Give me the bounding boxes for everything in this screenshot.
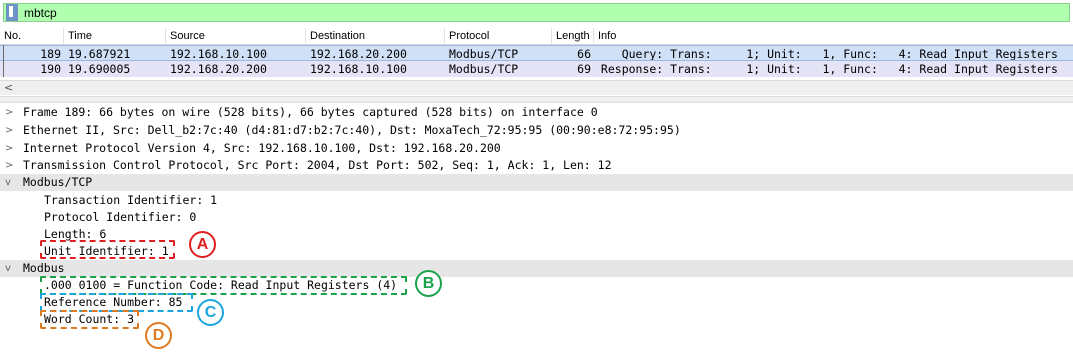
packet-length: 69	[577, 62, 591, 76]
packet-destination: 192.168.10.100	[310, 62, 407, 76]
packet-protocol: Modbus/TCP	[449, 62, 519, 76]
scroll-left-icon[interactable]: <	[4, 81, 13, 95]
column-header-destination[interactable]: Destination	[306, 28, 445, 45]
packet-list-header: No. Time Source Destination Protocol Len…	[0, 28, 1073, 45]
chevron-down-icon[interactable]: v	[5, 260, 11, 277]
annotation-box-a	[40, 240, 175, 259]
column-header-length[interactable]: Length	[552, 28, 594, 45]
display-filter-bar: mbtcp	[0, 0, 1073, 27]
annotation-label-c: C	[197, 299, 224, 326]
tree-item-label: Frame 189: 66 bytes on wire (528 bits), …	[23, 105, 598, 119]
tree-item-modbus-tcp[interactable]: v Modbus/TCP	[0, 174, 1073, 191]
packet-destination: 192.168.20.200	[310, 47, 407, 60]
packet-info: Query: Trans: 1; Unit: 1, Func: 4: Read …	[594, 47, 1058, 60]
tree-field-protocol-id[interactable]: Protocol Identifier: 0	[0, 209, 1073, 226]
annotation-label-d: D	[145, 322, 172, 349]
tree-item-modbus[interactable]: v Modbus	[0, 260, 1073, 277]
chevron-right-icon[interactable]: >	[5, 104, 13, 121]
packet-source: 192.168.10.100	[170, 47, 267, 60]
column-header-source[interactable]: Source	[166, 28, 306, 45]
bookmark-icon[interactable]	[6, 4, 18, 21]
column-header-protocol[interactable]: Protocol	[445, 28, 552, 45]
chevron-right-icon[interactable]: >	[5, 140, 13, 157]
packet-details-tree: > Frame 189: 66 bytes on wire (528 bits)…	[0, 104, 1073, 362]
tree-item-label: Modbus	[23, 261, 65, 275]
column-header-time[interactable]: Time	[64, 28, 166, 45]
tree-item-label: Internet Protocol Version 4, Src: 192.16…	[23, 141, 501, 155]
tree-item-label: Transaction Identifier: 1	[44, 193, 218, 207]
annotation-box-d	[40, 310, 139, 329]
chevron-down-icon[interactable]: v	[5, 174, 11, 191]
chevron-right-icon[interactable]: >	[5, 157, 13, 174]
tree-item-label: Transmission Control Protocol, Src Port:…	[23, 158, 612, 172]
annotation-label-a: A	[189, 231, 216, 258]
packet-no: 189	[40, 47, 61, 60]
column-header-info[interactable]: Info	[594, 28, 1073, 45]
packet-list-horizontal-scrollbar[interactable]: <	[0, 80, 1073, 95]
tree-item-label: Ethernet II, Src: Dell_b2:7c:40 (d4:81:d…	[23, 123, 681, 137]
packet-time: 19.687921	[68, 47, 131, 60]
tree-item-label: Protocol Identifier: 0	[44, 210, 197, 224]
display-filter-input[interactable]: mbtcp	[3, 3, 1070, 22]
annotation-label-b: B	[415, 270, 442, 297]
packet-protocol: Modbus/TCP	[449, 47, 519, 60]
tree-item-ip[interactable]: > Internet Protocol Version 4, Src: 192.…	[0, 140, 1073, 157]
packet-info: Response: Trans: 1; Unit: 1, Func: 4: Re…	[594, 62, 1058, 76]
tree-field-transaction-id[interactable]: Transaction Identifier: 1	[0, 192, 1073, 209]
packet-time: 19.690005	[68, 62, 131, 76]
packet-source: 192.168.20.200	[170, 62, 267, 76]
packet-no: 190	[40, 62, 61, 76]
display-filter-value[interactable]: mbtcp	[24, 6, 57, 20]
packet-length: 66	[577, 47, 591, 60]
tree-item-label: Modbus/TCP	[23, 175, 93, 189]
tree-item-frame[interactable]: > Frame 189: 66 bytes on wire (528 bits)…	[0, 104, 1073, 121]
chevron-right-icon[interactable]: >	[5, 122, 13, 139]
tree-item-tcp[interactable]: > Transmission Control Protocol, Src Por…	[0, 157, 1073, 174]
tree-item-ethernet[interactable]: > Ethernet II, Src: Dell_b2:7c:40 (d4:81…	[0, 122, 1073, 139]
pane-splitter[interactable]	[0, 96, 1073, 103]
packet-row[interactable]: 189 19.687921 192.168.10.100 192.168.20.…	[0, 45, 1073, 61]
column-header-no[interactable]: No.	[0, 28, 64, 45]
packet-row[interactable]: 190 19.690005 192.168.20.200 192.168.10.…	[0, 61, 1073, 77]
related-packet-marker	[0, 45, 7, 77]
